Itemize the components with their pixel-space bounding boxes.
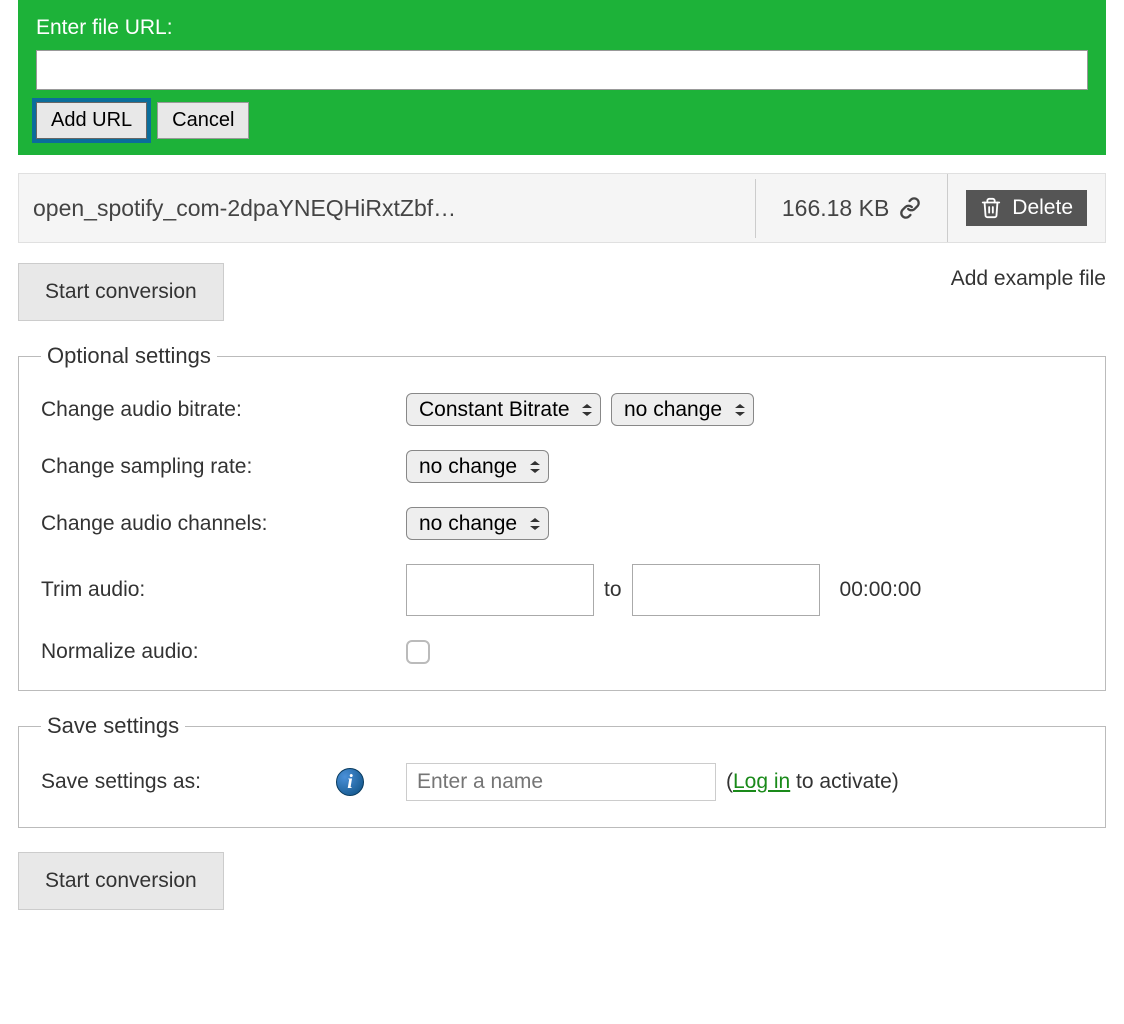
trash-icon: [980, 197, 1002, 219]
sampling-select[interactable]: no change: [406, 450, 549, 483]
enter-url-panel: Enter file URL: Add URL Cancel: [18, 0, 1106, 155]
file-size: 166.18 KB: [782, 195, 889, 222]
normalize-label: Normalize audio:: [41, 640, 406, 664]
settings-name-input[interactable]: [406, 763, 716, 801]
cancel-button[interactable]: Cancel: [157, 102, 249, 139]
trim-label: Trim audio:: [41, 578, 406, 602]
file-size-cell: 166.18 KB: [756, 174, 948, 242]
start-conversion-button-top[interactable]: Start conversion: [18, 263, 224, 321]
file-row: open_spotify_com-2dpaYNEQHiRxtZbf… 166.1…: [18, 173, 1106, 243]
link-icon: [899, 197, 921, 219]
optional-settings-legend: Optional settings: [41, 343, 217, 369]
trim-start-input[interactable]: [406, 564, 594, 616]
login-link[interactable]: Log in: [733, 770, 790, 793]
add-example-file-link[interactable]: Add example file: [951, 267, 1106, 291]
trim-end-input[interactable]: [632, 564, 820, 616]
login-note: (Log in to activate): [726, 770, 899, 794]
optional-settings-fieldset: Optional settings Change audio bitrate: …: [18, 343, 1106, 691]
save-settings-label: Save settings as:: [41, 770, 336, 794]
bitrate-value-select[interactable]: no change: [611, 393, 754, 426]
start-conversion-button-bottom[interactable]: Start conversion: [18, 852, 224, 910]
file-url-input[interactable]: [36, 50, 1088, 90]
info-icon[interactable]: i: [336, 768, 364, 796]
file-name: open_spotify_com-2dpaYNEQHiRxtZbf…: [19, 179, 756, 238]
add-url-button[interactable]: Add URL: [36, 102, 147, 139]
bitrate-mode-select[interactable]: Constant Bitrate: [406, 393, 601, 426]
save-settings-legend: Save settings: [41, 713, 185, 739]
sampling-label: Change sampling rate:: [41, 455, 406, 479]
save-settings-fieldset: Save settings Save settings as: i (Log i…: [18, 713, 1106, 828]
channels-label: Change audio channels:: [41, 512, 406, 536]
normalize-checkbox[interactable]: [406, 640, 430, 664]
enter-url-label: Enter file URL:: [36, 16, 1088, 40]
trim-to-label: to: [604, 578, 622, 602]
bitrate-label: Change audio bitrate:: [41, 398, 406, 422]
delete-label: Delete: [1012, 196, 1073, 220]
trim-duration: 00:00:00: [840, 578, 922, 602]
channels-select[interactable]: no change: [406, 507, 549, 540]
delete-button[interactable]: Delete: [966, 190, 1087, 226]
